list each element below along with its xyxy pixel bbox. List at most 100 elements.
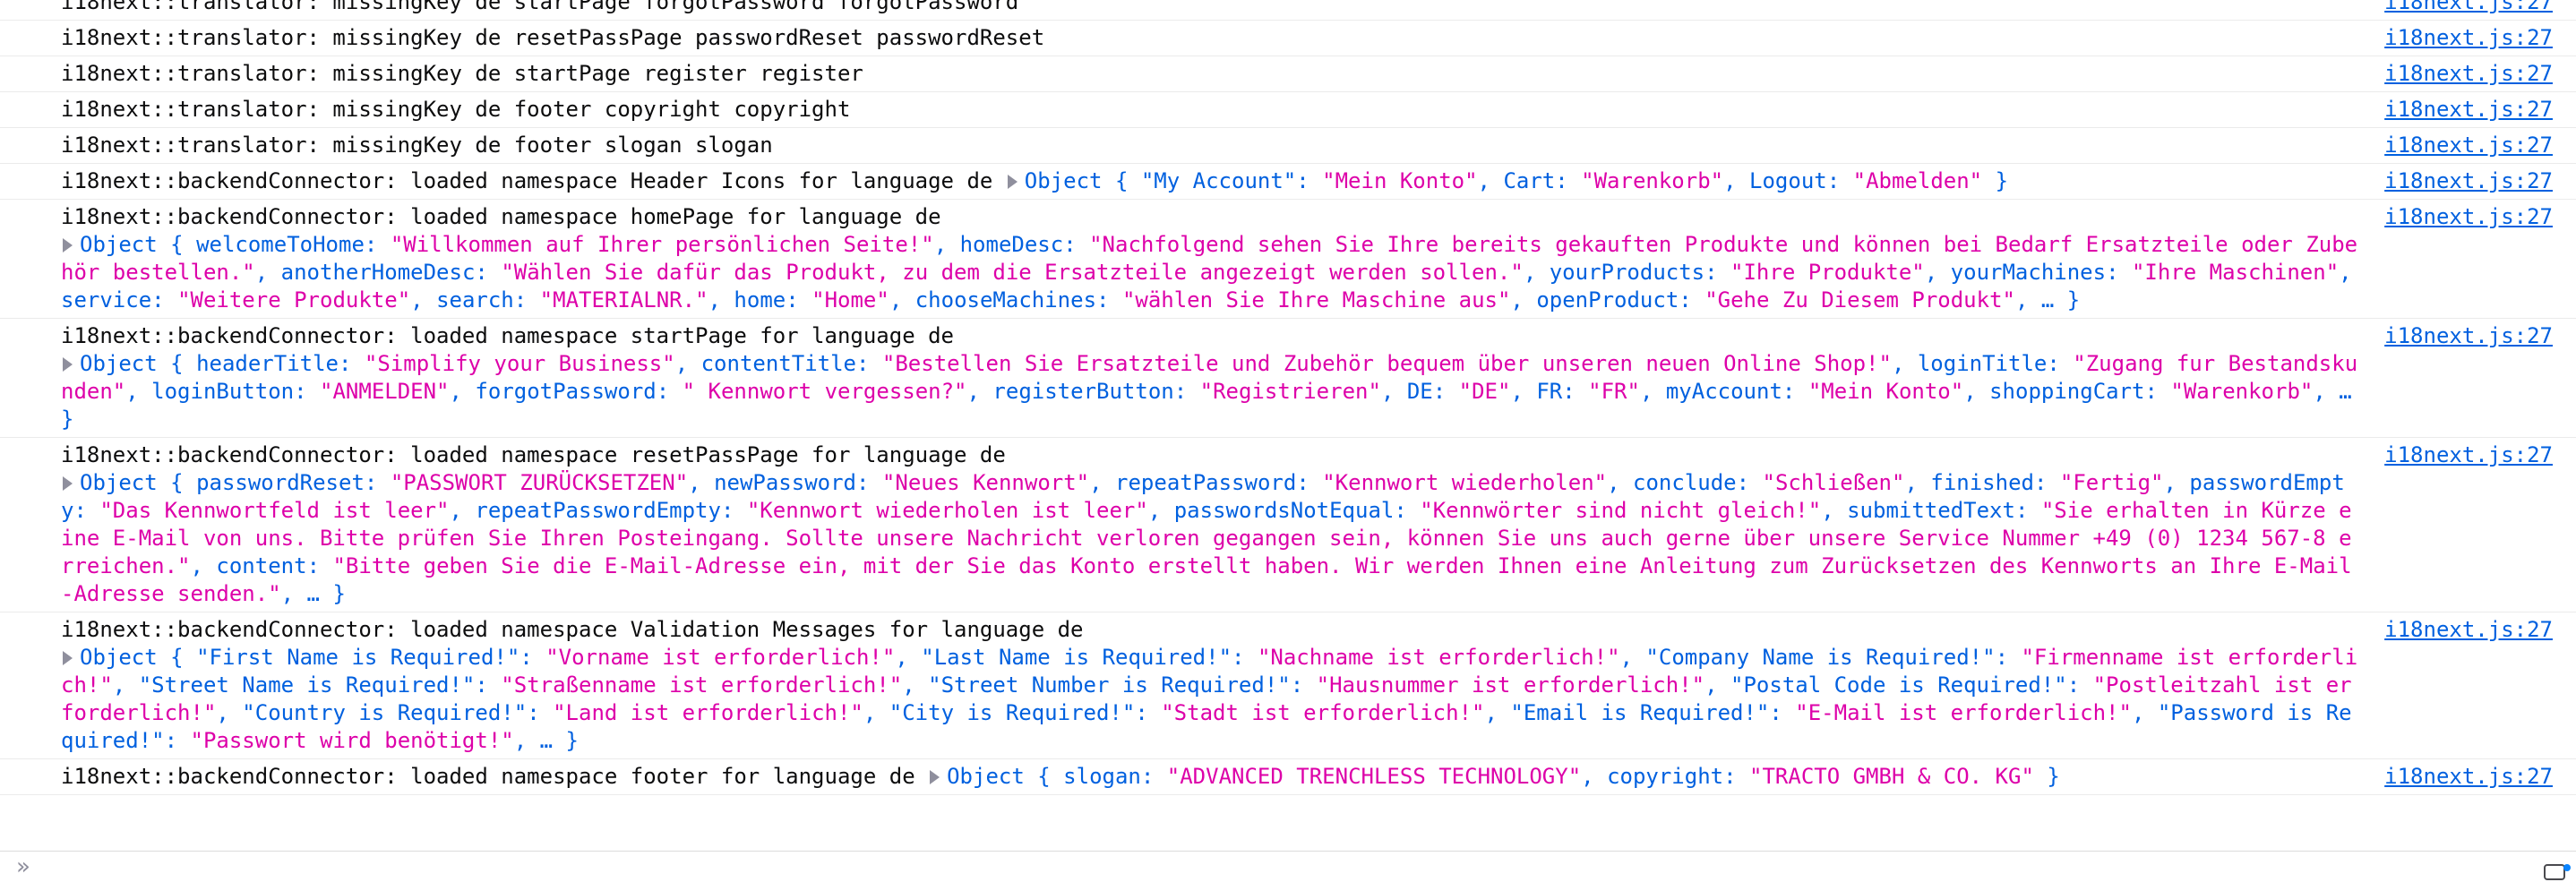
split-console-icon[interactable]	[2544, 864, 2571, 882]
object-key: anotherHomeDesc	[280, 260, 476, 285]
object-key: loginButton	[151, 379, 295, 404]
object-comma: ,	[2131, 700, 2158, 725]
object-colon: :	[2014, 498, 2041, 523]
object-key: search	[436, 287, 514, 313]
object-value: "MATERIALNR."	[539, 287, 708, 313]
message-body: i18next::translator: missingKey de foote…	[61, 97, 850, 122]
object-key: registerButton	[992, 379, 1174, 404]
expand-triangle-icon[interactable]	[63, 357, 73, 372]
message-text: i18next::translator: missingKey de start…	[61, 61, 863, 86]
message-text: i18next::backendConnector: loaded namesp…	[61, 617, 1084, 642]
object-key: contentTitle	[700, 351, 856, 376]
message-body: i18next::backendConnector: loaded namesp…	[61, 764, 2060, 789]
object-colon: :	[2047, 351, 2074, 376]
console-message: i18next::translator: missingKey de reset…	[0, 21, 2576, 56]
source-link[interactable]: i18next.js:27	[2384, 24, 2553, 52]
object-key: headerTitle	[196, 351, 339, 376]
object-comma: ,	[1639, 379, 1666, 404]
object-comma: ,	[1963, 379, 1990, 404]
object-comma: ,	[688, 470, 715, 495]
object-comma: ,	[1704, 672, 1731, 698]
object-key: FR	[1536, 379, 1563, 404]
message-text: i18next::backendConnector: loaded namesp…	[61, 168, 993, 193]
expand-triangle-icon[interactable]	[63, 476, 73, 491]
object-comma: ,	[863, 700, 889, 725]
object-key: "Last Name is Required!"	[921, 645, 1232, 670]
object-label[interactable]: Object	[947, 764, 1025, 789]
console-message: i18next::backendConnector: loaded namesp…	[0, 200, 2576, 319]
object-key: Logout	[1749, 168, 1827, 193]
object-ellipsis: …	[539, 728, 554, 753]
expand-triangle-icon[interactable]	[930, 770, 940, 784]
object-colon: :	[73, 498, 100, 523]
source-link[interactable]: i18next.js:27	[2384, 322, 2553, 350]
object-comma: ,	[933, 232, 960, 257]
object-colon: :	[1736, 470, 1763, 495]
object-colon: :	[1135, 700, 1162, 725]
console-input-bar[interactable]: »	[0, 851, 2576, 880]
object-key: home	[734, 287, 786, 313]
expand-triangle-icon[interactable]	[63, 238, 73, 253]
object-label[interactable]: Object	[80, 470, 158, 495]
object-label[interactable]: Object	[80, 232, 158, 257]
object-comma: ,	[674, 351, 701, 376]
expand-triangle-icon[interactable]	[63, 651, 73, 665]
object-key: homeDesc	[959, 232, 1064, 257]
source-link[interactable]: i18next.js:27	[2384, 763, 2553, 791]
object-key: myAccount	[1665, 379, 1782, 404]
object-label[interactable]: Object	[80, 351, 158, 376]
object-label[interactable]: Object	[80, 645, 158, 670]
expand-triangle-icon[interactable]	[1007, 175, 1018, 189]
message-body: i18next::backendConnector: loaded namesp…	[61, 204, 2357, 313]
object-comma: ,	[513, 728, 540, 753]
object-value: "Bestellen Sie Ersatzteile und Zubehör b…	[881, 351, 1892, 376]
object-colon: :	[1562, 379, 1589, 404]
message-body: i18next::backendConnector: loaded namesp…	[61, 323, 2357, 432]
source-link[interactable]: i18next.js:27	[2384, 0, 2553, 16]
object-comma: ,	[2313, 379, 2340, 404]
object-comma: ,	[2339, 260, 2352, 285]
object-key: chooseMachines	[914, 287, 1097, 313]
object-value: "Warenkorb"	[2170, 379, 2314, 404]
source-link[interactable]: i18next.js:27	[2384, 441, 2553, 469]
message-text: i18next::translator: missingKey de start…	[61, 0, 1019, 14]
object-colon: :	[1063, 232, 1090, 257]
object-comma: ,	[216, 700, 243, 725]
object-key: copyright	[1607, 764, 1724, 789]
message-text: i18next::backendConnector: loaded namesp…	[61, 204, 941, 229]
object-colon: :	[1290, 672, 1317, 698]
source-link[interactable]: i18next.js:27	[2384, 203, 2553, 231]
console-message: i18next::backendConnector: loaded namesp…	[0, 319, 2576, 438]
message-text: i18next::backendConnector: loaded namesp…	[61, 323, 954, 348]
object-colon: :	[2033, 470, 2060, 495]
object-ellipsis: …	[2339, 379, 2352, 404]
object-value: "FR"	[1588, 379, 1640, 404]
object-open-brace: {	[157, 470, 197, 495]
message-body: i18next::translator: missingKey de reset…	[61, 25, 1044, 50]
object-key: "My Account"	[1140, 168, 1297, 193]
object-comma: ,	[2014, 287, 2041, 313]
object-open-brace: {	[1102, 168, 1141, 193]
object-value: "TRACTO GMBH & CO. KG"	[1749, 764, 2034, 789]
object-label[interactable]: Object	[1025, 168, 1103, 193]
object-open-brace: {	[1024, 764, 1064, 789]
message-body: i18next::backendConnector: loaded namesp…	[61, 168, 2008, 193]
object-comma: ,	[1477, 168, 1504, 193]
message-body: i18next::translator: missingKey de start…	[61, 61, 863, 86]
source-link[interactable]: i18next.js:27	[2384, 616, 2553, 644]
object-value: "Kennwort wiederholen ist leer"	[746, 498, 1148, 523]
object-value: "Ihre Maschinen"	[2131, 260, 2340, 285]
console-message: i18next::translator: missingKey de foote…	[0, 92, 2576, 128]
object-key: forgotPassword	[475, 379, 657, 404]
object-close-brace: }	[553, 728, 579, 753]
object-comma: ,	[280, 581, 307, 606]
object-comma: ,	[1821, 498, 1848, 523]
source-link[interactable]: i18next.js:27	[2384, 96, 2553, 124]
source-link[interactable]: i18next.js:27	[2384, 60, 2553, 88]
source-link[interactable]: i18next.js:27	[2384, 132, 2553, 159]
object-value: "Hausnummer ist erforderlich!"	[1316, 672, 1705, 698]
message-text: i18next::translator: missingKey de foote…	[61, 133, 773, 158]
object-colon: :	[856, 470, 882, 495]
object-key: Cart	[1503, 168, 1556, 193]
source-link[interactable]: i18next.js:27	[2384, 167, 2553, 195]
